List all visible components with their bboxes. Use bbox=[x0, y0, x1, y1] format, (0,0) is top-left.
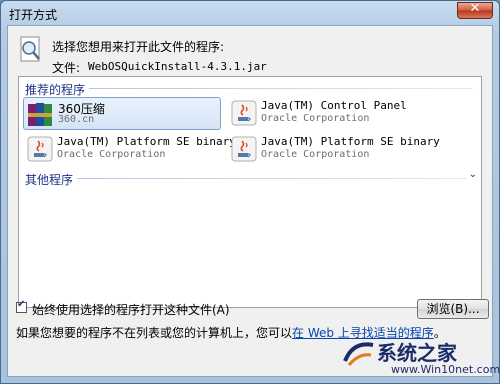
java-icon bbox=[231, 100, 257, 126]
winrar-books-icon bbox=[28, 103, 52, 126]
other-divider bbox=[77, 178, 467, 179]
title-bar[interactable]: 打开方式 ✕ bbox=[1, 1, 499, 25]
program-publisher: Oracle Corporation bbox=[261, 113, 370, 124]
program-item-360[interactable]: 360压缩 360.cn bbox=[23, 97, 221, 130]
window-title: 打开方式 bbox=[9, 8, 58, 22]
prompt-text: 选择您想用来打开此文件的程序: bbox=[52, 40, 225, 54]
always-use-label[interactable]: 始终使用选择的程序打开这种文件(A) bbox=[32, 301, 230, 318]
recommended-group-label: 推荐的程序 bbox=[25, 83, 86, 97]
other-programs-toggle[interactable]: 其他程序 bbox=[25, 171, 73, 188]
watermark-text: 系统之家 bbox=[377, 341, 457, 365]
program-item-java-binary-2[interactable]: Java(TM) Platform SE binary Oracle Corpo… bbox=[227, 133, 467, 166]
java-icon bbox=[27, 136, 53, 162]
program-publisher: Oracle Corporation bbox=[261, 149, 370, 160]
close-icon: ✕ bbox=[469, 1, 481, 16]
java-icon bbox=[231, 136, 257, 162]
dialog-client: 选择您想用来打开此文件的程序: 文件: WebOSQuickInstall-4.… bbox=[7, 25, 493, 377]
watermark: 系统之家 www.Win10net.com bbox=[337, 331, 500, 381]
program-name: Java(TM) Platform SE binary bbox=[57, 135, 236, 148]
recommended-divider bbox=[89, 88, 473, 89]
browse-button[interactable]: 浏览(B)... bbox=[417, 299, 489, 319]
program-list: 推荐的程序 360压缩 360.cn Java(TM) Control Pane… bbox=[18, 76, 482, 308]
open-with-dialog: 打开方式 ✕ 选择您想用来打开此文件的程序: 文件: WebOSQuickIns… bbox=[0, 0, 500, 384]
program-item-java-binary[interactable]: Java(TM) Platform SE binary Oracle Corpo… bbox=[23, 133, 236, 166]
always-use-checkbox[interactable] bbox=[16, 299, 27, 313]
program-name: Java(TM) Control Panel bbox=[261, 99, 407, 112]
magnifier-document-icon bbox=[20, 36, 40, 62]
file-name: WebOSQuickInstall-4.3.1.jar bbox=[88, 60, 267, 73]
close-button[interactable]: ✕ bbox=[457, 1, 493, 19]
file-label: 文件: bbox=[52, 61, 81, 75]
program-item-java-control-panel[interactable]: Java(TM) Control Panel Oracle Corporatio… bbox=[227, 97, 467, 130]
watermark-logo-icon bbox=[343, 342, 374, 366]
watermark-url: www.Win10net.com bbox=[391, 363, 500, 376]
program-publisher: Oracle Corporation bbox=[57, 149, 166, 160]
program-publisher: 360.cn bbox=[58, 114, 95, 125]
chevron-down-icon[interactable]: ⌄ bbox=[469, 169, 477, 180]
program-name: Java(TM) Platform SE binary bbox=[261, 135, 440, 148]
footer-prefix: 如果您想要的程序不在列表或您的计算机上，您可以 bbox=[16, 326, 293, 340]
